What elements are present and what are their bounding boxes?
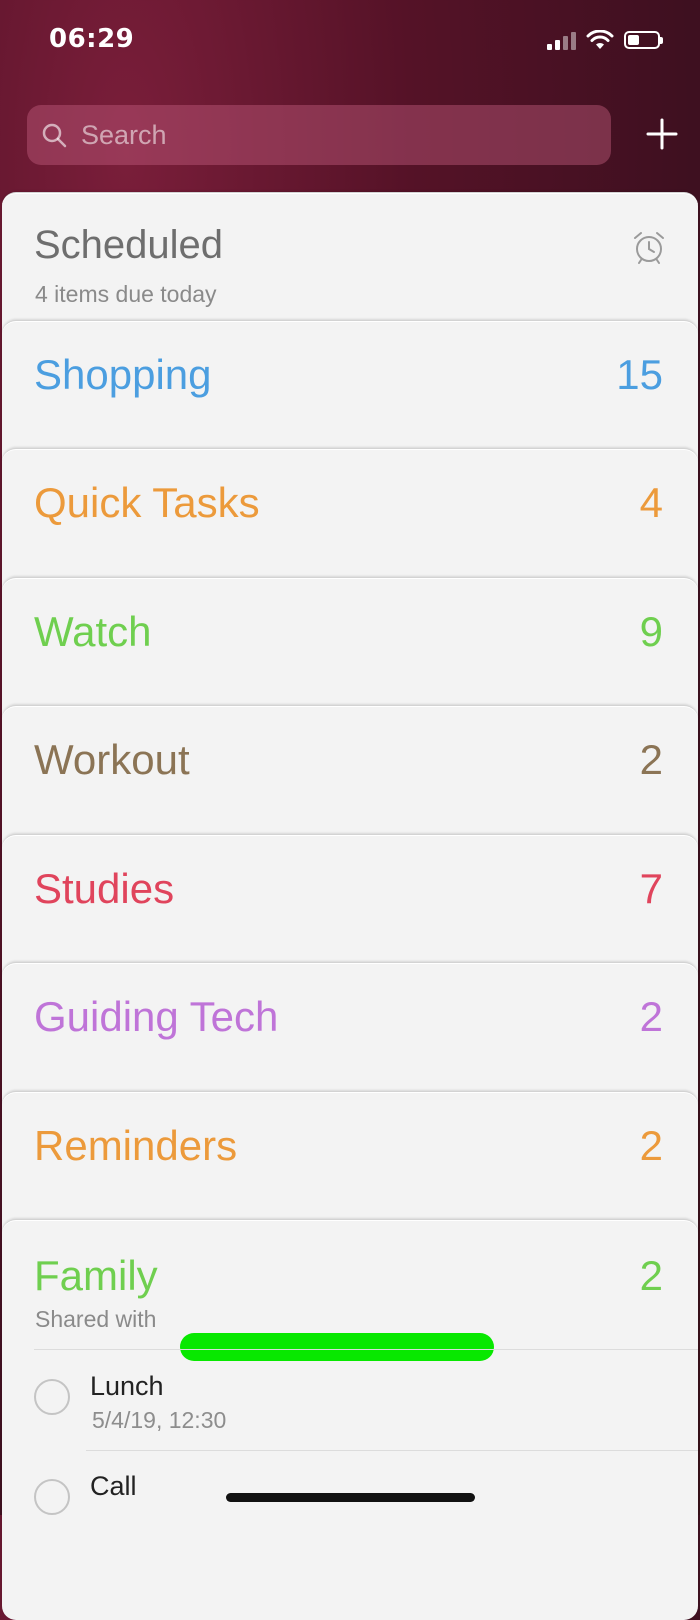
reminder-title: Lunch: [90, 1371, 164, 1401]
search-input[interactable]: [79, 118, 563, 152]
list-count: 2: [639, 736, 663, 783]
list-count: 2: [639, 1122, 663, 1169]
battery-level: [628, 35, 639, 45]
list-count: 2: [639, 993, 663, 1040]
list-title: Guiding Tech: [34, 993, 279, 1040]
list-title: Shopping: [34, 351, 212, 398]
search-icon: [42, 123, 67, 148]
list-count: 9: [639, 608, 663, 655]
search-bar[interactable]: [27, 105, 611, 165]
complete-checkbox[interactable]: [34, 1379, 70, 1415]
cellular-signal-icon: [547, 30, 576, 50]
scheduled-title: Scheduled: [34, 223, 224, 267]
list-count: 2: [639, 1252, 663, 1299]
status-bar: 06:29: [0, 0, 700, 90]
add-list-button[interactable]: [640, 112, 684, 156]
wifi-icon: [586, 30, 614, 49]
list-count: 15: [616, 351, 663, 398]
home-indicator[interactable]: [226, 1493, 475, 1502]
list-count: 4: [639, 479, 663, 526]
complete-checkbox[interactable]: [34, 1479, 70, 1515]
status-time: 06:29: [49, 24, 135, 54]
divider: [34, 1349, 698, 1350]
list-title: Watch: [34, 608, 152, 655]
list-title: Quick Tasks: [34, 479, 260, 526]
alarm-clock-icon: [634, 232, 664, 264]
list-count: 7: [639, 865, 663, 912]
list-card-family[interactable]: Family 2 Shared with Lunch 5/4/19, 12:30…: [2, 1219, 698, 1620]
list-title: Studies: [34, 865, 175, 912]
battery-icon: [624, 31, 663, 49]
scheduled-subtitle: 4 items due today: [35, 281, 217, 307]
list-title: Family: [34, 1252, 158, 1299]
status-icons: [547, 30, 663, 50]
reminder-title: Call: [90, 1471, 137, 1501]
shared-with-label: Shared with: [35, 1306, 157, 1332]
reminder-item[interactable]: Lunch 5/4/19, 12:30: [32, 1351, 672, 1451]
reminder-date: 5/4/19, 12:30: [92, 1407, 227, 1433]
list-title: Workout: [34, 736, 190, 783]
list-title: Reminders: [34, 1122, 238, 1169]
